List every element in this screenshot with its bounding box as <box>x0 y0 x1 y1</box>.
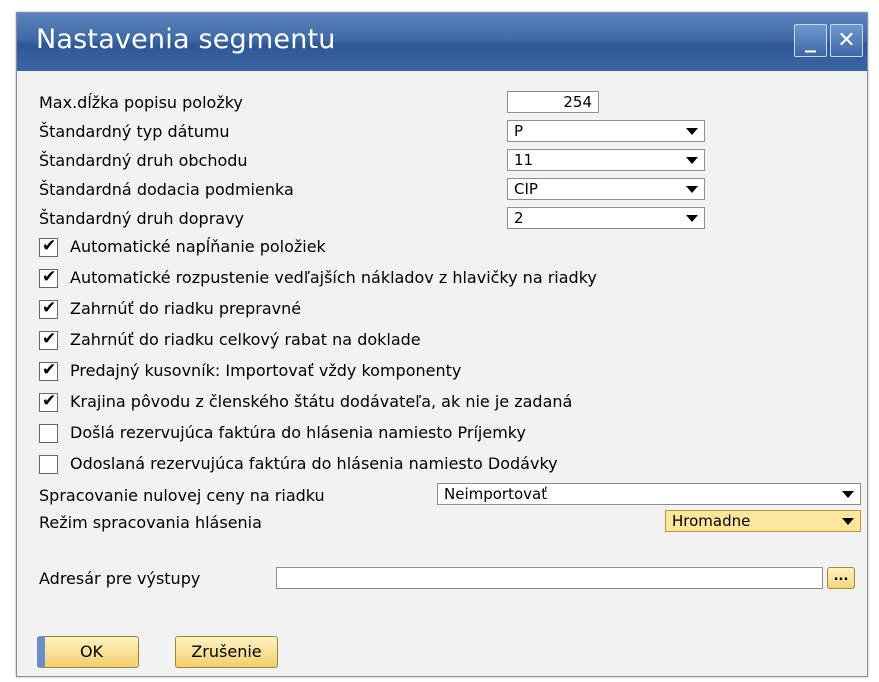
checkbox[interactable]: ✔ <box>39 267 58 288</box>
delivery-terms-value: CIP <box>514 180 538 198</box>
max-length-value: 254 <box>563 93 592 111</box>
date-type-select[interactable]: P <box>507 120 705 142</box>
zero-price-value: Neimportovať <box>444 485 548 503</box>
max-length-label: Max.dĺžka popisu položky <box>39 93 243 112</box>
delivery-terms-label: Štandardná dodacia podmienka <box>39 180 294 199</box>
chevron-down-icon <box>842 518 854 525</box>
checkmark-icon: ✔ <box>42 298 57 318</box>
trade-type-value: 11 <box>514 151 534 169</box>
zero-price-label: Spracovanie nulovej ceny na riadku <box>39 486 325 505</box>
chevron-down-icon <box>842 491 854 498</box>
transport-type-select[interactable]: 2 <box>507 207 705 229</box>
checkbox-label: Zahrnúť do riadku celkový rabat na dokla… <box>70 330 421 349</box>
chevron-down-icon <box>686 186 698 193</box>
checkbox[interactable]: ✔ <box>39 298 58 319</box>
checkbox-label: Došlá rezervujúca faktúra do hlásenia na… <box>70 423 526 442</box>
checkbox-label: Automatické rozpustenie vedľajších nákla… <box>70 268 597 287</box>
chevron-down-icon <box>686 215 698 222</box>
dialog-title: Nastavenia segmentu <box>36 24 336 55</box>
max-length-input[interactable]: 254 <box>507 91 599 113</box>
checkbox[interactable] <box>39 455 58 474</box>
checkbox-label: Krajina pôvodu z členského štátu dodávat… <box>70 392 573 411</box>
output-dir-input[interactable] <box>276 567 823 589</box>
chevron-down-icon <box>686 157 698 164</box>
settings-dialog: Nastavenia segmentu _ ✕ Max.dĺžka popisu… <box>16 12 868 677</box>
transport-type-label: Štandardný druh dopravy <box>39 209 245 228</box>
checkbox-label: Zahrnúť do riadku prepravné <box>70 299 302 318</box>
zero-price-select[interactable]: Neimportovať <box>437 483 861 505</box>
date-type-label: Štandardný typ dátumu <box>39 122 230 141</box>
checkmark-icon: ✔ <box>42 391 57 411</box>
checkbox-label: Automatické napĺňanie položiek <box>70 237 326 256</box>
delivery-terms-select[interactable]: CIP <box>507 178 705 200</box>
cancel-button-label: Zrušenie <box>191 642 262 661</box>
checkmark-icon: ✔ <box>42 267 57 287</box>
checkbox-label: Predajný kusovník: Importovať vždy kompo… <box>70 361 462 380</box>
output-dir-label: Adresár pre výstupy <box>39 569 201 588</box>
checkmark-icon: ✔ <box>42 329 57 349</box>
ellipsis-icon: ... <box>833 569 849 584</box>
checkmark-icon: ✔ <box>42 236 57 256</box>
checkmark-icon: ✔ <box>42 360 57 380</box>
report-mode-select[interactable]: Hromadne <box>665 510 861 532</box>
close-icon: ✕ <box>837 28 856 53</box>
report-mode-value: Hromadne <box>672 512 751 530</box>
chevron-down-icon <box>686 128 698 135</box>
checkbox[interactable]: ✔ <box>39 391 58 412</box>
cancel-button[interactable]: Zrušenie <box>175 636 278 668</box>
ok-button-label: OK <box>79 642 104 661</box>
checkbox[interactable]: ✔ <box>39 360 58 381</box>
trade-type-select[interactable]: 11 <box>507 149 705 171</box>
date-type-value: P <box>514 122 524 140</box>
close-button[interactable]: ✕ <box>830 24 863 57</box>
ok-button[interactable]: OK <box>37 636 139 668</box>
checkbox-label: Odoslaná rezervujúca faktúra do hlásenia… <box>70 454 558 473</box>
transport-type-value: 2 <box>514 209 524 227</box>
checkbox[interactable]: ✔ <box>39 329 58 350</box>
checkbox[interactable] <box>39 424 58 443</box>
title-bar[interactable]: Nastavenia segmentu _ ✕ <box>17 13 867 71</box>
trade-type-label: Štandardný druh obchodu <box>39 151 248 170</box>
report-mode-label: Režim spracovania hlásenia <box>39 513 262 532</box>
minimize-button[interactable]: _ <box>794 24 827 57</box>
browse-button[interactable]: ... <box>827 567 855 589</box>
minimize-icon: _ <box>805 28 816 53</box>
checkbox[interactable]: ✔ <box>39 236 58 257</box>
